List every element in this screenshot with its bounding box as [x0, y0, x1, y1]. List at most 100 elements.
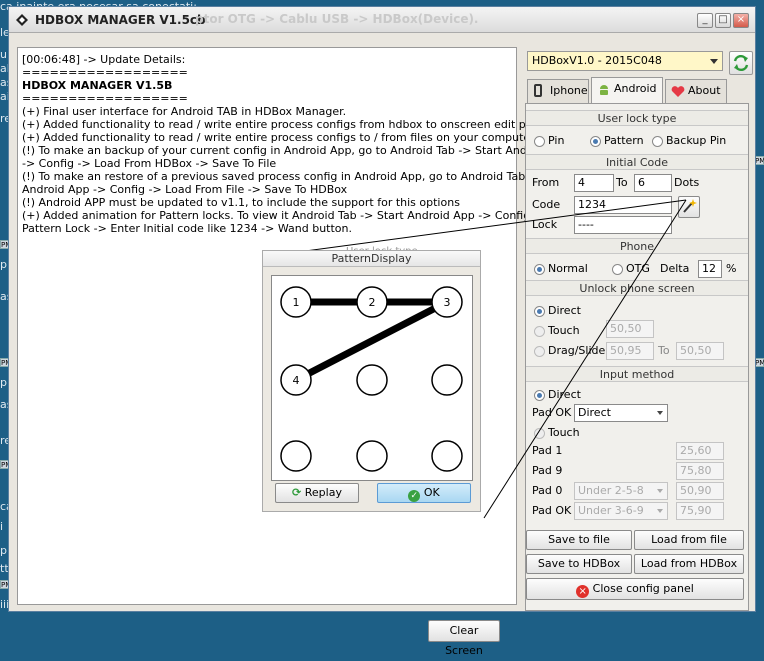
drag-slide-label: Drag/Slide: [548, 344, 606, 357]
drag-to-label: To: [658, 344, 670, 357]
refresh-button[interactable]: [729, 51, 753, 75]
ok-label: OK: [423, 486, 440, 499]
pad-0-label: Pad 0: [532, 484, 563, 497]
pattern-label: Pattern: [604, 134, 644, 147]
minimize-button[interactable]: _: [697, 13, 713, 28]
pattern-dot: [431, 364, 463, 396]
config-panel: HDBoxV1.0 - 2015C048 Iphone Android Abou…: [521, 47, 753, 613]
touch-input-radio[interactable]: [534, 428, 545, 439]
to-input[interactable]: 6: [634, 174, 672, 192]
heart-icon: [671, 86, 685, 97]
normal-radio[interactable]: [534, 264, 545, 275]
app-icon: [16, 14, 28, 26]
drag-slide-radio[interactable]: [534, 346, 545, 357]
log-line: ==================: [22, 66, 188, 79]
pattern-dot-label: 3: [444, 296, 451, 309]
bg-text-line: i: [0, 520, 4, 533]
log-line: Pattern Lock -> Enter Initial code like …: [22, 222, 352, 235]
log-line: -> Config -> Load From HDBox -> Save To …: [22, 157, 277, 170]
pattern-dot: [356, 440, 388, 472]
load-from-hdbox-button[interactable]: Load from HDBox: [634, 554, 744, 574]
direct-unlock-label: Direct: [548, 304, 581, 317]
replay-label: Replay: [304, 486, 342, 499]
backup-pin-radio[interactable]: [652, 136, 663, 147]
load-from-file-button[interactable]: Load from file: [634, 530, 744, 550]
maximize-button[interactable]: □: [715, 13, 731, 28]
check-icon: ✓: [408, 490, 421, 502]
code-label: Code: [532, 198, 561, 211]
otg-label: OTG: [626, 262, 650, 275]
normal-label: Normal: [548, 262, 588, 275]
device-select[interactable]: HDBoxV1.0 - 2015C048: [527, 51, 723, 71]
pattern-dot-label: 1: [293, 296, 300, 309]
log-line: (!) To make an backup of your current co…: [22, 144, 573, 157]
ok-button[interactable]: ✓ OK: [377, 483, 471, 503]
touch-unlock-label: Touch: [548, 324, 580, 337]
close-button[interactable]: ×: [733, 13, 749, 28]
delta-label: Delta: [660, 262, 690, 275]
chevron-down-icon: [657, 509, 663, 513]
pattern-dot-label: 2: [369, 296, 376, 309]
direct-input-radio[interactable]: [534, 390, 545, 401]
backup-pin-label: Backup Pin: [666, 134, 727, 147]
tab-label: About: [688, 84, 721, 97]
delta-input[interactable]: 12: [698, 260, 722, 278]
android-tab-content: User lock type Pin Pattern Backup Pin In…: [525, 103, 749, 611]
lock-label: Lock: [532, 218, 558, 231]
from-input[interactable]: 4: [574, 174, 614, 192]
pad-ok-input[interactable]: 75,90: [676, 502, 724, 520]
android-icon: [600, 85, 608, 95]
tab-android[interactable]: Android: [591, 77, 663, 103]
drag-to-input[interactable]: 50,50: [676, 342, 724, 360]
phone-header: Phone: [526, 238, 748, 254]
otg-radio[interactable]: [612, 264, 623, 275]
pattern-display-window: PatternDisplay 1 2 3 4 ⟳ Replay ✓ OK: [262, 250, 481, 512]
save-to-hdbox-button[interactable]: Save to HDBox: [526, 554, 632, 574]
delta-unit: %: [726, 262, 737, 275]
log-line: (!) Android APP must be updated to v1.1,…: [22, 196, 460, 209]
log-line: (+) Added functionality to read / write …: [22, 118, 550, 131]
tab-iphone[interactable]: Iphone: [527, 79, 589, 103]
device-select-value: HDBoxV1.0 - 2015C048: [532, 54, 662, 67]
pattern-radio[interactable]: [590, 136, 601, 147]
magic-wand-icon: [683, 199, 697, 213]
touch-unlock-radio[interactable]: [534, 326, 545, 337]
background-title-text: ptor OTG -> Cablu USB -> HDBox(Device).: [195, 12, 479, 26]
replay-button[interactable]: ⟳ Replay: [275, 483, 359, 503]
pin-radio[interactable]: [534, 136, 545, 147]
save-to-file-button[interactable]: Save to file: [526, 530, 632, 550]
touch-unlock-input[interactable]: 50,50: [606, 320, 654, 338]
direct-unlock-radio[interactable]: [534, 306, 545, 317]
title-bar[interactable]: HDBOX MANAGER V1.5cb ptor OTG -> Cablu U…: [9, 7, 755, 33]
pad-9-label: Pad 9: [532, 464, 563, 477]
pad-9-input[interactable]: 75,80: [676, 462, 724, 480]
pad-ok-label: Pad OK: [532, 504, 572, 517]
pattern-dot: [280, 440, 312, 472]
clear-screen-button[interactable]: Clear Screen: [428, 620, 500, 657]
close-config-panel-button[interactable]: × Close config panel: [526, 578, 744, 600]
close-circle-icon: ×: [576, 585, 590, 598]
window-title: HDBOX MANAGER V1.5cb: [35, 13, 206, 27]
pad-0-select-value: Under 2-5-8: [578, 484, 644, 497]
code-input[interactable]: 1234: [574, 196, 672, 214]
chevron-down-icon: [657, 489, 663, 493]
drag-from-input[interactable]: 50,95: [606, 342, 654, 360]
lock-input[interactable]: ----: [574, 216, 672, 234]
pad-ok-select[interactable]: Under 3-6-9: [574, 502, 668, 520]
log-line: (+) Added animation for Pattern locks. T…: [22, 209, 547, 222]
iphone-icon: [534, 84, 542, 97]
refresh-icon: [733, 54, 749, 72]
wand-button[interactable]: [678, 196, 700, 218]
chevron-down-icon: [657, 411, 663, 415]
pattern-dot: [431, 440, 463, 472]
log-line: Android App -> Config -> Load From File …: [22, 183, 348, 196]
close-config-panel-label: Close config panel: [592, 582, 694, 595]
pad-0-input[interactable]: 50,90: [676, 482, 724, 500]
tab-label: Android: [614, 82, 657, 95]
pad-1-input[interactable]: 25,60: [676, 442, 724, 460]
pattern-canvas[interactable]: 1 2 3 4: [271, 275, 473, 481]
tab-about[interactable]: About: [665, 79, 727, 103]
pad-ok-direct-select[interactable]: Direct: [574, 404, 668, 422]
log-line: ==================: [22, 92, 188, 105]
pad-0-select[interactable]: Under 2-5-8: [574, 482, 668, 500]
